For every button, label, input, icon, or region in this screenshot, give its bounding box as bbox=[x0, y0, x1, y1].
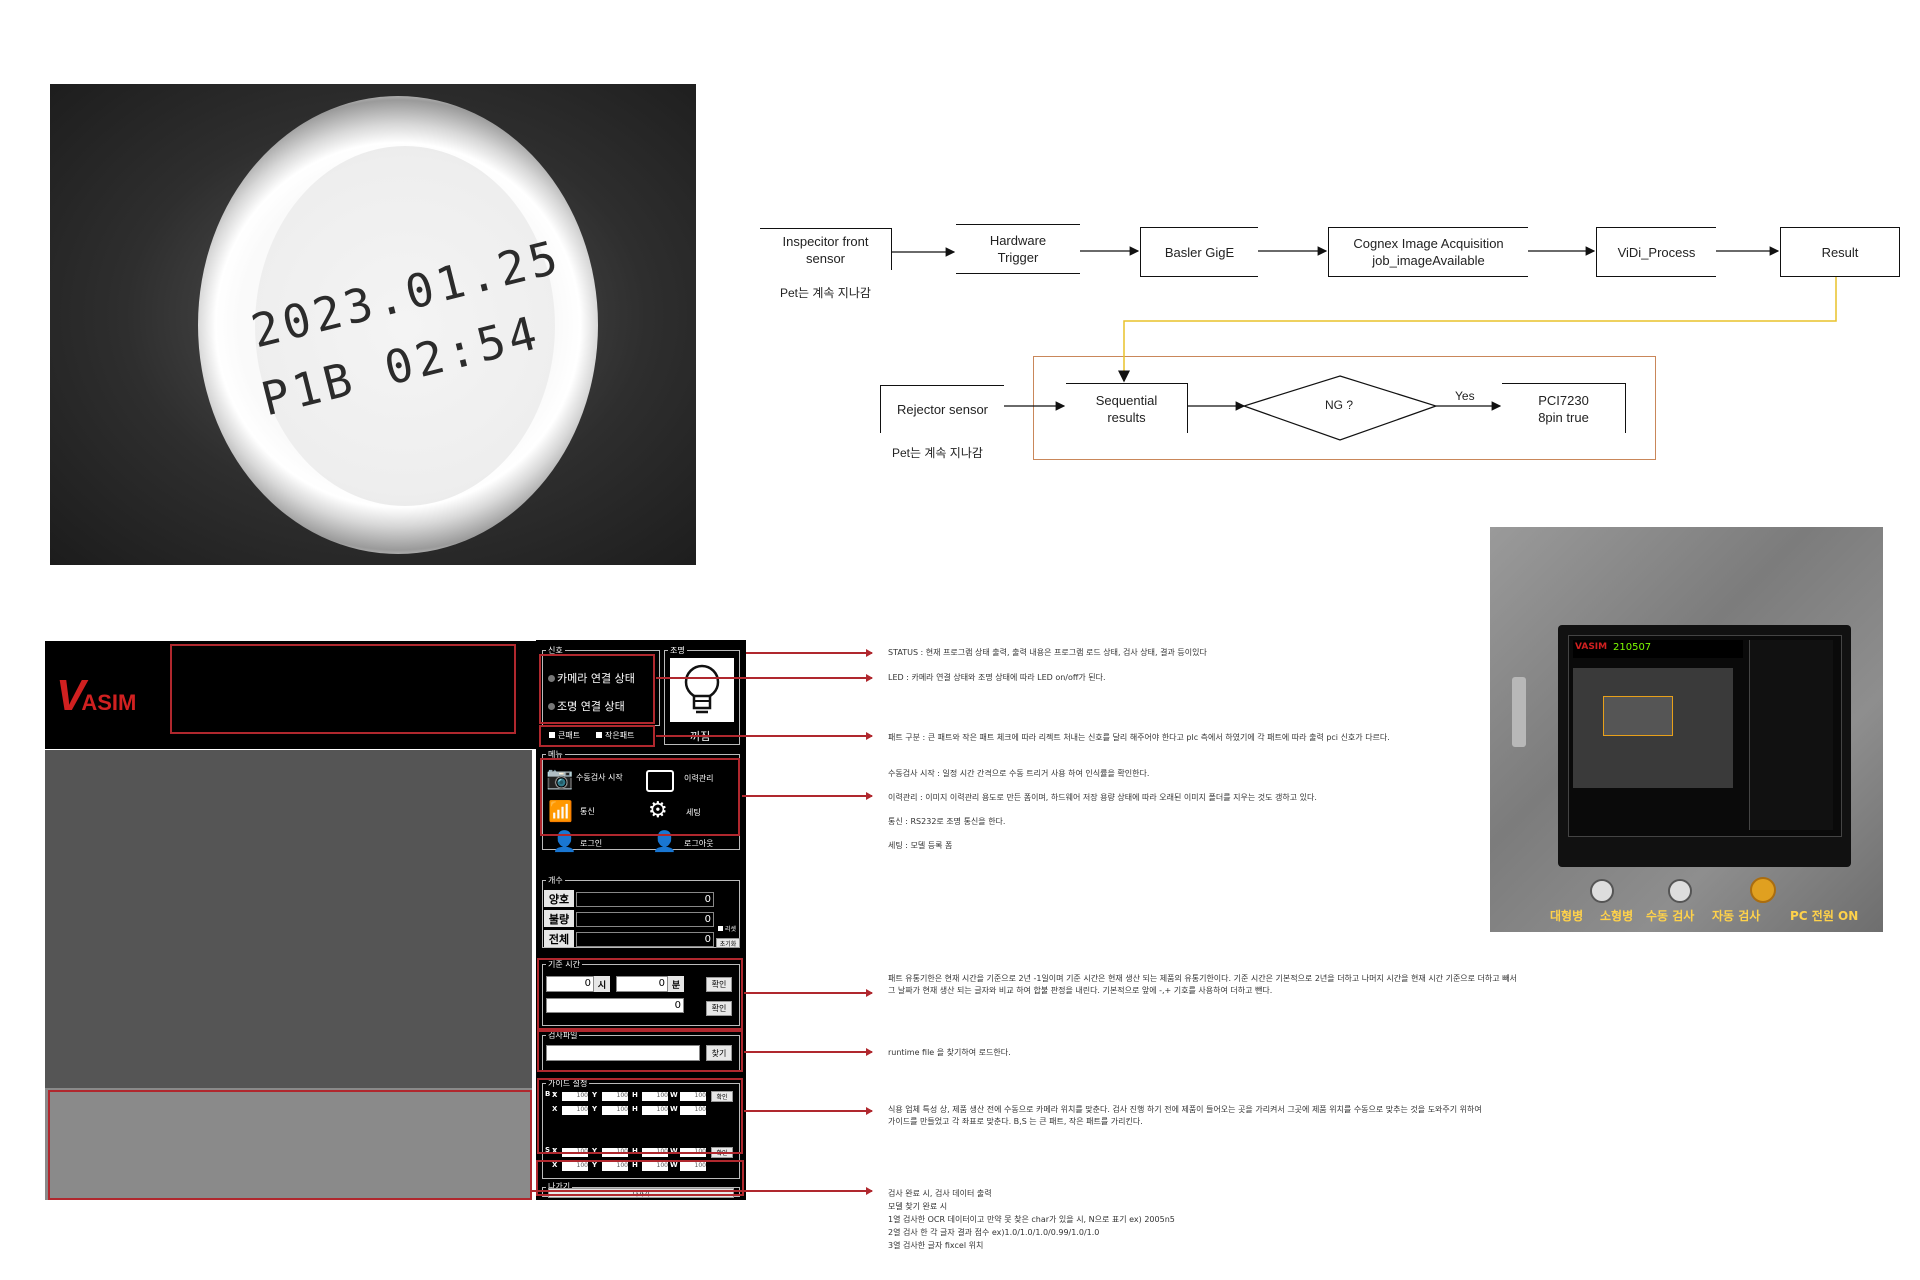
image-view-area bbox=[45, 750, 532, 1088]
note-manual: 수동검사 시작 : 일정 시간 간격으로 수동 트리거 사용 하여 인식률을 확… bbox=[888, 769, 1150, 778]
good-count: 0 bbox=[576, 892, 714, 907]
note-history: 이력관리 : 이미지 이력관리 용도로 만든 폼이며, 하드웨어 저장 용량 상… bbox=[888, 793, 1317, 802]
label-pc-power: PC 전원 ON bbox=[1790, 909, 1859, 923]
note-expiry-2: 그 날짜가 현재 생산 되는 글자와 비교 하여 합불 판정을 내린다. 기본적… bbox=[888, 986, 1273, 995]
annot-line-3 bbox=[656, 732, 873, 740]
note-expiry-1: 패트 유통기한은 현재 시간을 기준으로 2년 -1일이며 기준 시간은 현재 … bbox=[888, 974, 1517, 983]
annot-menu-box bbox=[540, 758, 740, 836]
bad-count: 0 bbox=[576, 912, 714, 927]
annot-line-6 bbox=[744, 1048, 873, 1056]
note-settings: 세팅 : 모델 등록 폼 bbox=[888, 841, 953, 850]
annot-line-4 bbox=[742, 792, 873, 800]
screen-panel bbox=[1749, 640, 1833, 830]
large-bottle-switch[interactable] bbox=[1590, 879, 1614, 903]
decision-ng: NG ? bbox=[1325, 398, 1354, 412]
note-pellet: 패트 구분 : 큰 패트와 작은 패트 체크에 따라 리젝트 처내는 신호를 달… bbox=[888, 733, 1390, 742]
total-count: 0 bbox=[576, 932, 714, 947]
reset-button[interactable]: 초기화 bbox=[716, 938, 740, 948]
screen-logo: VASIM bbox=[1575, 642, 1608, 652]
small-bottle-switch[interactable] bbox=[1668, 879, 1692, 903]
annot-line-1 bbox=[746, 649, 873, 657]
note-guide-2: 가이드를 만들었고 각 좌표로 맞춘다. B,S 는 큰 패트, 작은 패트를 … bbox=[888, 1117, 1143, 1126]
annot-line-8 bbox=[532, 1187, 873, 1195]
annot-guide-box bbox=[537, 1078, 743, 1154]
count-group-label: 개수 bbox=[546, 875, 565, 886]
screen-title: 210507 bbox=[1613, 642, 1652, 653]
lighting-group-label: 조명 bbox=[668, 645, 687, 656]
monitor-screen: VASIM 210507 bbox=[1568, 635, 1842, 837]
note-status: STATUS : 현재 프로그램 상태 출력, 출력 내용은 프로그램 로드 상… bbox=[888, 648, 1207, 657]
pc-power-button[interactable] bbox=[1750, 877, 1776, 903]
note-output-3: 1열 검사한 OCR 데이터이고 만약 못 찾은 char가 있을 시, N으로… bbox=[888, 1215, 1175, 1224]
annot-output-box bbox=[48, 1090, 532, 1200]
login-button[interactable]: 로그인 bbox=[580, 838, 602, 849]
annot-status-box bbox=[170, 644, 516, 734]
annot-pellet-box bbox=[539, 725, 655, 747]
note-output-2: 모델 찾기 완료 시 bbox=[888, 1202, 948, 1211]
note-runtime: runtime file 을 찾기하여 로드한다. bbox=[888, 1048, 1011, 1057]
screen-roi bbox=[1603, 696, 1673, 736]
bad-label: 불량 bbox=[544, 910, 574, 927]
vasim-logo: V ASIM bbox=[56, 671, 137, 720]
reset-checkbox[interactable] bbox=[718, 926, 723, 931]
label-manual-inspect: 수동 검사 bbox=[1646, 909, 1695, 923]
label-auto-inspect: 자동 검사 bbox=[1712, 909, 1761, 923]
logout-button[interactable]: 로그아웃 bbox=[684, 838, 713, 849]
note-output-1: 검사 완료 시, 검사 데이터 출력 bbox=[888, 1189, 992, 1198]
annot-time-box bbox=[537, 958, 743, 1030]
annot-line-7 bbox=[744, 1107, 873, 1115]
annot-line-2 bbox=[656, 674, 873, 682]
bulb-icon bbox=[670, 658, 734, 722]
machine-photo: VASIM 210507 대형병 소형병 수동 검사 자동 검사 PC 전원 O… bbox=[1490, 527, 1883, 932]
annot-led-box bbox=[539, 654, 655, 724]
note-comm: 통신 : RS232로 조명 통신을 한다. bbox=[888, 817, 1006, 826]
reset-check-label: 리셋 bbox=[725, 926, 737, 933]
annot-line-5 bbox=[744, 989, 873, 997]
label-small-bottle: 소형병 bbox=[1600, 909, 1634, 923]
cabinet-latch bbox=[1512, 677, 1526, 747]
good-label: 양호 bbox=[544, 890, 574, 907]
label-large-bottle: 대형병 bbox=[1550, 909, 1584, 923]
flow-connectors bbox=[892, 246, 1837, 441]
note-led: LED : 카메라 연결 상태와 조명 상태에 따라 LED on/off가 된… bbox=[888, 673, 1106, 682]
note-output-4: 2열 검사 한 각 글자 결과 점수 ex)1.0/1.0/1.0/0.99/1… bbox=[888, 1228, 1100, 1237]
screen-header: VASIM 210507 bbox=[1573, 640, 1743, 658]
note-output-5: 3열 검사한 글자 fixcel 위치 bbox=[888, 1241, 984, 1250]
annot-file-box bbox=[537, 1030, 743, 1072]
note-guide-1: 식용 업체 특성 상, 제품 생산 전에 수동으로 카메라 위치를 맞춘다. 검… bbox=[888, 1105, 1482, 1114]
total-label: 전체 bbox=[544, 930, 574, 947]
